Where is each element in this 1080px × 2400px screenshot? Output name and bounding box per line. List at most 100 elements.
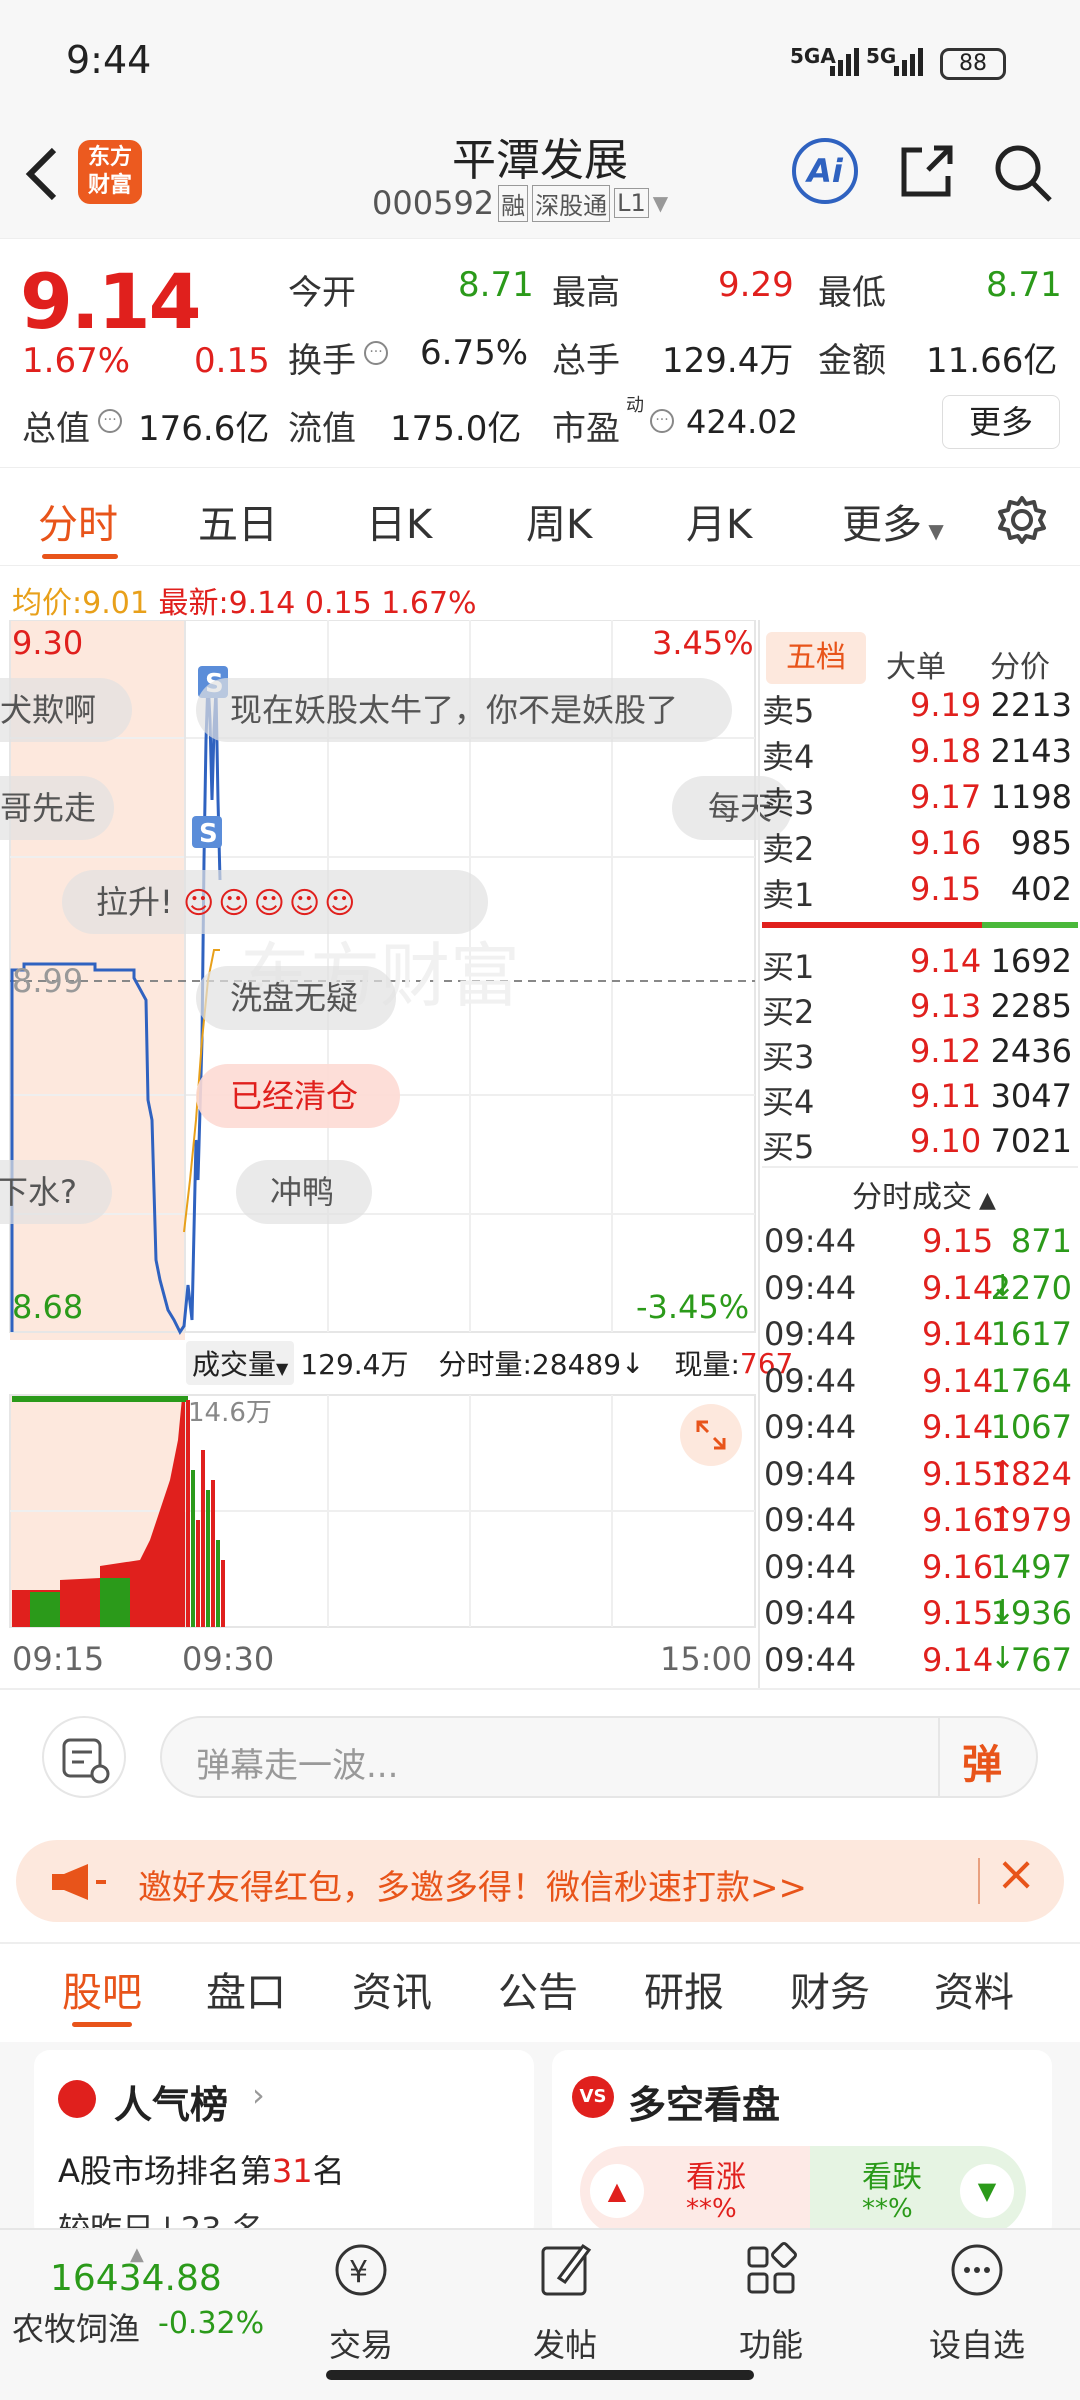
bull-bear-card[interactable]: VS 多空看盘 ▲ 看涨 **% 看跌 **% ▼ <box>552 2050 1052 2240</box>
low-value: 8.71 <box>986 265 1062 305</box>
danmu-bubble[interactable]: 冲鸭 <box>236 1160 372 1224</box>
latest-value: 9.14 <box>228 586 296 621</box>
axis-mid-price: 8.99 <box>12 962 83 1000</box>
bid-volume: 1692 <box>990 942 1072 980</box>
signal2-icon <box>894 48 923 76</box>
tab-five-level[interactable]: 五档 <box>766 632 866 684</box>
bid-ratio-bar <box>982 922 1078 928</box>
danmu-input[interactable]: 弹幕走一波... 弹 <box>160 1716 1038 1798</box>
ask-price: 9.15 <box>910 870 982 908</box>
market-cap-label: 总值 <box>22 409 90 449</box>
tab-announcements[interactable]: 公告 <box>498 1960 578 2018</box>
tab-financials[interactable]: 财务 <box>790 1960 870 2018</box>
time-end: 15:00 <box>660 1640 752 1678</box>
tab-forum[interactable]: 股吧 <box>62 1960 142 2018</box>
danmu-bubble[interactable]: 洗盘无疑 <box>196 966 396 1030</box>
axis-low-pct: -3.45% <box>636 1288 749 1326</box>
tab-handicap[interactable]: 盘口 <box>206 1960 286 2018</box>
down-arrow-icon: ↓ <box>621 1346 645 1380</box>
danmu-bubble[interactable]: 现在妖股太牛了，你不是妖股了 <box>196 678 732 742</box>
ask-volume: 1198 <box>990 778 1072 816</box>
active-tab-indicator <box>42 554 118 559</box>
expand-chart-button[interactable] <box>680 1404 742 1466</box>
tab-price-dist[interactable]: 分价 <box>990 642 1050 686</box>
bid-volume: 2285 <box>990 987 1072 1025</box>
intraday-chart[interactable]: 东方财富 S S 9.30 3.45% 8.99 8.68 -3.45% 14.… <box>0 620 760 1690</box>
status-time: 9:44 <box>66 38 152 82</box>
divider <box>938 1718 940 1796</box>
more-quote-button[interactable]: 更多 <box>942 395 1060 449</box>
tick-time: 09:44 <box>764 1547 857 1586</box>
tick-volume: 1979 <box>990 1501 1072 1539</box>
bid-row[interactable]: 买3 9.12 2436 <box>760 1032 1078 1078</box>
bid-row[interactable]: 买5 9.10 7021 <box>760 1122 1078 1168</box>
info-icon[interactable]: ··· <box>98 409 122 433</box>
popularity-card[interactable]: 人气榜 › A股市场排名第31名 较昨日↓23 名 <box>34 2050 534 2240</box>
ask-row[interactable]: 卖1 9.15 402 <box>760 870 1078 916</box>
info-icon[interactable]: ··· <box>364 341 388 365</box>
tab-more-label: 更多 <box>842 502 922 548</box>
tab-big-orders[interactable]: 大单 <box>886 642 946 686</box>
close-icon[interactable]: × <box>996 1846 1036 1902</box>
tick-volume: 1764 <box>990 1361 1072 1400</box>
tab-monthly-k[interactable]: 月K <box>686 492 752 550</box>
tab-profile[interactable]: 资料 <box>934 1960 1014 2018</box>
ask-ratio-bar <box>762 922 982 928</box>
settings-gear-icon[interactable] <box>996 494 1048 546</box>
more-dots-icon <box>951 2244 1003 2296</box>
ask-row[interactable]: 卖2 9.16 985 <box>760 824 1078 870</box>
danmu-bubble[interactable]: 下水? <box>0 1160 112 1224</box>
ask-volume: 985 <box>1010 824 1072 862</box>
send-danmu-button[interactable]: 弹 <box>962 1732 1002 1790</box>
danmu-bubble[interactable]: 哥先走 <box>0 776 114 840</box>
battery-level: 88 <box>959 51 987 76</box>
danmu-bubble[interactable]: 拉升! ☺☺☺☺☺ <box>62 870 488 934</box>
volume-bar <box>100 1578 130 1627</box>
tab-five-day[interactable]: 五日 <box>198 492 278 550</box>
danmu-bubble[interactable]: 犬欺啊 <box>0 678 132 742</box>
tab-intraday[interactable]: 分时 <box>38 492 118 550</box>
tab-research[interactable]: 研报 <box>644 1960 724 2018</box>
turnover-label: 换手 <box>288 341 356 381</box>
danmu-bubble-hot[interactable]: 已经清仓 <box>196 1064 400 1128</box>
axis-top-pct: 3.45% <box>652 624 754 662</box>
danmu-settings-button[interactable] <box>42 1716 126 1798</box>
ask-row[interactable]: 卖5 9.19 2213 <box>760 686 1078 732</box>
tick-row: 09:44 9.14 ↓ 2270 <box>760 1269 1078 1315</box>
tick-time: 09:44 <box>764 1408 857 1446</box>
ticks-title[interactable]: 分时成交 ▲ <box>852 1172 996 1216</box>
change-percent: 1.67% <box>22 341 131 381</box>
info-icon[interactable]: ··· <box>650 409 674 433</box>
ai-assistant-button[interactable]: Ai <box>792 138 858 204</box>
volume-indicator-select[interactable]: 成交量▼ <box>186 1341 295 1385</box>
bearish-button[interactable]: 看跌 **% ▼ <box>810 2146 1026 2236</box>
share-icon[interactable] <box>896 142 956 202</box>
rank-suffix: 名 <box>312 2152 345 2190</box>
float-cap-value: 175.0亿 <box>390 409 522 449</box>
bid-row[interactable]: 买4 9.11 3047 <box>760 1077 1078 1123</box>
tick-time: 09:44 <box>764 1640 857 1679</box>
bid-row[interactable]: 买2 9.13 2285 <box>760 987 1078 1033</box>
ask-row[interactable]: 卖3 9.17 1198 <box>760 778 1078 824</box>
tab-weekly-k[interactable]: 周K <box>526 492 592 550</box>
tab-news[interactable]: 资讯 <box>352 1960 432 2018</box>
tick-price: 9.15 <box>922 1454 994 1493</box>
tab-more[interactable]: 更多 ▼ <box>842 492 944 550</box>
stock-code-row[interactable]: 000592 融 深股通 L1 ▼ <box>372 184 668 222</box>
bid-row[interactable]: 买1 9.14 1692 <box>760 942 1078 988</box>
ask-row[interactable]: 卖4 9.18 2143 <box>760 732 1078 778</box>
tab-daily-k[interactable]: 日K <box>366 492 432 550</box>
bid-level-label: 买4 <box>762 1083 815 1121</box>
sector-index-widget[interactable]: ▲ 16434.88 农牧饲渔 -0.32% <box>8 2244 278 2364</box>
search-icon[interactable] <box>992 142 1054 204</box>
divider <box>978 1858 980 1904</box>
tick-volume: 分时量:28489 <box>438 1348 622 1381</box>
pe-dynamic-tag: 动 <box>626 395 644 416</box>
ask-level-label: 卖3 <box>762 784 815 822</box>
bearish-value: **% <box>862 2194 913 2224</box>
bullish-button[interactable]: ▲ 看涨 **% <box>580 2146 810 2236</box>
svg-text:¥: ¥ <box>349 2255 368 2290</box>
nav-add-watchlist-label: 设自选 <box>928 2326 1025 2364</box>
emoji-stickers-icon: ☺☺☺☺☺ <box>183 886 360 921</box>
invite-banner[interactable]: 邀好友得红包，多邀多得！微信秒速打款>> × <box>16 1840 1064 1922</box>
